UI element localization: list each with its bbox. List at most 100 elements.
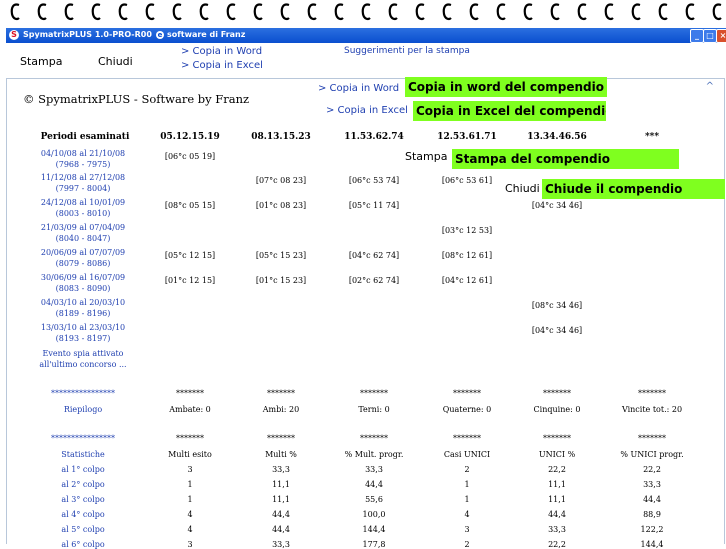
period-value: [08°c 12 61] (441, 251, 493, 260)
statistiche-value: 11,1 (548, 480, 566, 489)
period-value: [05°c 11 74] (348, 201, 400, 210)
separator-stars: ******* (360, 434, 388, 443)
separator-stars: ******* (638, 434, 666, 443)
statistiche-value: 4 (187, 510, 193, 519)
statistiche-value: 122,2 (640, 525, 664, 534)
statistiche-row-label: al 3° colpo (61, 495, 105, 504)
period-value: [01°c 15 23] (255, 276, 307, 285)
statistiche-row-label: al 6° colpo (61, 540, 105, 549)
note-copia-word: Copia in word del compendio (405, 77, 607, 97)
statistiche-value: 3 (464, 525, 470, 534)
period-link[interactable]: 20/06/09 al 07/07/09 (8079 - 8086) (29, 247, 137, 269)
period-value: [05°c 12 15] (164, 251, 216, 260)
spiral-ring (37, 3, 47, 21)
period-value: [08°c 34 46] (531, 301, 583, 310)
period-value: [01°c 08 23] (255, 201, 307, 210)
period-link[interactable]: 30/06/09 al 16/07/09 (8083 - 8090) (29, 272, 137, 294)
spiral-ring (550, 3, 560, 21)
menu-copia-excel[interactable]: > Copia in Excel (181, 60, 263, 71)
copia-excel-link[interactable]: > Copia in Excel (326, 105, 408, 116)
statistiche-label: Statistiche (61, 450, 105, 459)
separator-stars: ******* (176, 389, 204, 398)
statistiche-value: 2 (464, 540, 470, 549)
statistiche-value: 88,9 (643, 510, 661, 519)
spiral-ring (712, 3, 722, 21)
spiral-ring (604, 3, 614, 21)
period-link[interactable]: 04/10/08 al 21/10/08 (7968 - 7975) (29, 148, 137, 170)
column-header: 11.53.62.74 (344, 132, 404, 142)
period-link[interactable]: 21/03/09 al 07/04/09 (8040 - 8047) (29, 222, 137, 244)
separator-stars: ******* (453, 389, 481, 398)
spiral-ring (577, 3, 587, 21)
period-link[interactable]: 24/12/08 al 10/01/09 (8003 - 8010) (29, 197, 137, 219)
period-value: [01°c 12 15] (164, 276, 216, 285)
spiral-ring (442, 3, 452, 21)
globe-icon: e (156, 31, 164, 39)
statistiche-value: 33,3 (272, 465, 290, 474)
separator-stars: ******* (267, 434, 295, 443)
statistiche-header: Casi UNICI (443, 450, 491, 459)
separator-stars: ******* (543, 434, 571, 443)
statistiche-row-label: al 1° colpo (61, 465, 105, 474)
period-link[interactable]: 04/03/10 al 20/03/10 (8189 - 8196) (29, 297, 137, 319)
menu-chiudi[interactable]: Chiudi (98, 55, 133, 68)
statistiche-value: 22,2 (548, 540, 566, 549)
separator-stars: **************** (51, 389, 115, 398)
spiral-ring (469, 3, 479, 21)
statistiche-value: 11,1 (548, 495, 566, 504)
period-link[interactable]: 11/12/08 al 27/12/08 (7997 - 8004) (29, 172, 137, 194)
menu-suggerimenti[interactable]: Suggerimenti per la stampa (344, 46, 470, 56)
statistiche-value: 1 (187, 480, 193, 489)
separator-stars: ******* (176, 434, 204, 443)
column-header: Periodi esaminati (40, 132, 130, 142)
stampa-link[interactable]: Stampa (405, 150, 447, 163)
statistiche-row-label: al 5° colpo (61, 525, 105, 534)
riepilogo-value: Ambate: 0 (169, 405, 211, 414)
riepilogo-value: Cinquine: 0 (533, 405, 581, 414)
separator-stars: ******* (267, 389, 295, 398)
scroll-up-icon[interactable]: ^ (706, 81, 714, 92)
statistiche-header: UNICI % (538, 450, 576, 459)
brand-text: © SpymatrixPLUS - Software by Franz (23, 92, 250, 106)
period-link[interactable]: 13/03/10 al 23/03/10 (8193 - 8197) (29, 322, 137, 344)
spiral-ring (64, 3, 74, 21)
statistiche-value: 11,1 (272, 495, 290, 504)
statistiche-value: 1 (464, 480, 470, 489)
spiral-ring (523, 3, 533, 21)
maximize-button[interactable]: □ (703, 29, 717, 43)
statistiche-value: 33,3 (272, 540, 290, 549)
period-value: [04°c 62 74] (348, 251, 400, 260)
statistiche-value: 44,4 (365, 480, 383, 489)
statistiche-value: 55,6 (365, 495, 383, 504)
statistiche-value: 2 (464, 465, 470, 474)
window-subtitle: e software di Franz (156, 30, 245, 39)
period-value: [02°c 62 74] (348, 276, 400, 285)
statistiche-value: 33,3 (548, 525, 566, 534)
note-chiudi: Chiude il compendio (542, 179, 725, 199)
statistiche-value: 22,2 (548, 465, 566, 474)
period-value: [08°c 05 15] (164, 201, 216, 210)
spiral-ring (145, 3, 155, 21)
statistiche-value: 100,0 (362, 510, 386, 519)
period-value: [03°c 12 53] (441, 226, 493, 235)
period-value: [06°c 53 61] (441, 176, 493, 185)
period-value: [07°c 08 23] (255, 176, 307, 185)
period-value: [04°c 34 46] (531, 326, 583, 335)
spiral-ring (280, 3, 290, 21)
menu-stampa[interactable]: Stampa (20, 55, 62, 68)
spiral-ring (388, 3, 398, 21)
spiral-binding (0, 0, 726, 28)
close-button[interactable]: × (716, 29, 726, 43)
statistiche-row-label: al 2° colpo (61, 480, 105, 489)
chiudi-link[interactable]: Chiudi (505, 182, 540, 195)
minimize-button[interactable]: _ (690, 29, 704, 43)
column-header: *** (644, 132, 660, 142)
menu-copia-word[interactable]: > Copia in Word (181, 46, 262, 57)
statistiche-value: 144,4 (362, 525, 386, 534)
statistiche-value: 177,8 (362, 540, 386, 549)
spiral-ring (118, 3, 128, 21)
statistiche-value: 3 (187, 540, 193, 549)
spiral-ring (361, 3, 371, 21)
separator-stars: **************** (51, 434, 115, 443)
copia-word-link[interactable]: > Copia in Word (318, 83, 399, 94)
